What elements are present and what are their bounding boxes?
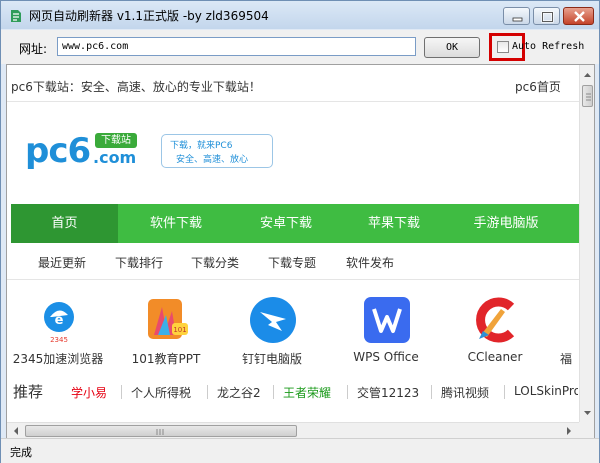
title-bar[interactable]: 网页自动刷新器 v1.1正式版 -by zld369504 bbox=[1, 1, 599, 29]
auto-refresh-label[interactable]: Auto Refresh bbox=[512, 41, 584, 52]
nav-item-apple[interactable]: 苹果下载 bbox=[338, 204, 450, 243]
divider bbox=[7, 101, 579, 102]
svg-text:2345: 2345 bbox=[50, 336, 68, 344]
app-tile[interactable]: 钉钉电脑版 bbox=[224, 295, 320, 369]
scrollbar-corner bbox=[579, 422, 594, 438]
recommend-item[interactable]: 交管12123 bbox=[357, 384, 419, 401]
maximize-icon bbox=[541, 11, 554, 23]
recommend-item[interactable]: 个人所得税 bbox=[131, 384, 191, 401]
svg-text:101: 101 bbox=[173, 326, 186, 334]
nav-item-software[interactable]: 软件下载 bbox=[118, 204, 234, 243]
wps-office-icon bbox=[364, 297, 410, 343]
status-bar: 完成 bbox=[1, 438, 599, 463]
svg-text:e: e bbox=[55, 313, 64, 328]
nav-item-mobile-games[interactable]: 手游电脑版 bbox=[450, 204, 562, 243]
recommend-item[interactable]: 腾讯视频 bbox=[441, 384, 489, 401]
home-link[interactable]: pc6首页 bbox=[515, 78, 561, 95]
app-name: WPS Office bbox=[353, 350, 419, 364]
divider bbox=[273, 385, 274, 399]
dingtalk-icon bbox=[250, 297, 296, 343]
app-name: 钉钉电脑版 bbox=[241, 352, 302, 366]
scroll-left-icon[interactable] bbox=[8, 423, 24, 439]
window-title: 网页自动刷新器 v1.1正式版 -by zld369504 bbox=[29, 9, 269, 23]
minimize-button[interactable] bbox=[503, 7, 530, 25]
recommend-item[interactable]: LOLSkinPro bbox=[514, 384, 578, 398]
app-tile[interactable]: WPS Office bbox=[338, 295, 434, 369]
subnav-item-category[interactable]: 下载分类 bbox=[191, 254, 239, 271]
recommend-title: 推荐 bbox=[13, 383, 44, 401]
nav-item-android[interactable]: 安卓下载 bbox=[234, 204, 338, 243]
subnav-item-latest[interactable]: 最近更新 bbox=[38, 254, 86, 271]
minimize-icon bbox=[512, 17, 523, 22]
app-tile[interactable]: 101 101教育PPT bbox=[118, 295, 214, 369]
logo-bubble: 下载，就来PC6 安全、高速、放心 bbox=[161, 134, 273, 168]
app-name: 2345加速浏览器 bbox=[12, 352, 104, 366]
divider bbox=[431, 385, 432, 399]
bubble-line2: 安全、高速、放心 bbox=[176, 155, 249, 165]
site-slogan: pc6下载站：安全、高速、放心的专业下载站！ bbox=[11, 80, 261, 94]
address-bar: 网址: www.pc6.com OK Auto Refresh bbox=[1, 30, 599, 64]
main-nav: 首页 软件下载 安卓下载 苹果下载 手游电脑版 bbox=[11, 204, 579, 243]
recommend-item[interactable]: 龙之谷2 bbox=[217, 384, 261, 401]
divider bbox=[504, 385, 505, 399]
horizontal-scrollbar[interactable] bbox=[7, 422, 579, 439]
browser-view[interactable]: pc6下载站：安全、高速、放心的专业下载站！ pc6首页 pc6 下载站 .co… bbox=[6, 64, 595, 439]
app-name: 101教育PPT bbox=[131, 352, 201, 366]
subnav-item-publish[interactable]: 软件发布 bbox=[346, 254, 394, 271]
logo-text: pc6 bbox=[25, 131, 91, 171]
subnav-item-ranking[interactable]: 下载排行 bbox=[115, 254, 163, 271]
logo-suffix: .com bbox=[93, 148, 137, 167]
scroll-down-icon[interactable] bbox=[580, 405, 595, 421]
divider bbox=[207, 385, 208, 399]
ok-button[interactable]: OK bbox=[424, 37, 480, 58]
recommend-item[interactable]: 学小易 bbox=[71, 384, 107, 401]
ccleaner-icon bbox=[476, 297, 515, 343]
horizontal-scroll-thumb[interactable] bbox=[25, 425, 297, 437]
scroll-right-icon[interactable] bbox=[561, 423, 577, 439]
app-window: 网页自动刷新器 v1.1正式版 -by zld369504 网址: www.pc… bbox=[0, 0, 600, 463]
logo-badge: 下载站 bbox=[95, 133, 137, 148]
auto-refresh-checkbox[interactable] bbox=[497, 41, 509, 53]
app-name: CCleaner bbox=[467, 350, 523, 364]
maximize-button[interactable] bbox=[533, 7, 560, 25]
grip-icon bbox=[586, 93, 591, 101]
bubble-line1: 下载，就来PC6 bbox=[170, 141, 233, 151]
divider bbox=[347, 385, 348, 399]
2345-browser-icon: e 2345 bbox=[44, 302, 74, 344]
subnav-item-topics[interactable]: 下载专题 bbox=[268, 254, 316, 271]
vertical-scroll-thumb[interactable] bbox=[582, 85, 593, 107]
close-button[interactable] bbox=[563, 7, 594, 25]
grip-icon bbox=[156, 429, 164, 435]
scroll-up-icon[interactable] bbox=[580, 67, 595, 83]
nav-item-home[interactable]: 首页 bbox=[11, 204, 118, 243]
app-tile[interactable]: CCleaner bbox=[447, 295, 543, 369]
status-text: 完成 bbox=[10, 446, 32, 459]
recommend-item[interactable]: 王者荣耀 bbox=[283, 384, 331, 401]
101-ppt-icon: 101 bbox=[148, 299, 188, 339]
vertical-scrollbar[interactable] bbox=[579, 65, 595, 422]
divider bbox=[121, 385, 122, 399]
address-label: 网址: bbox=[19, 42, 48, 56]
address-input[interactable]: www.pc6.com bbox=[57, 37, 416, 56]
close-icon bbox=[574, 11, 585, 22]
app-icon bbox=[11, 10, 21, 22]
sub-nav: 最近更新 下载排行 下载分类 下载专题 软件发布 bbox=[7, 243, 579, 280]
app-tile[interactable]: e 2345 2345加速浏览器 bbox=[10, 295, 106, 369]
